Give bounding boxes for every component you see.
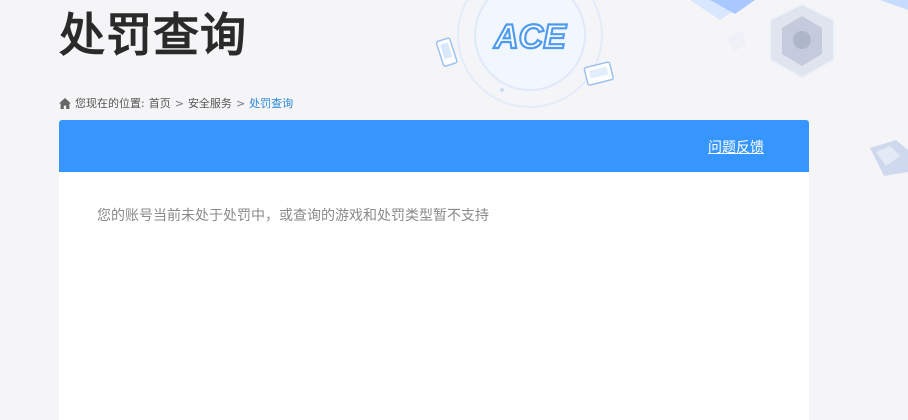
- breadcrumb-current: 处罚查询: [249, 97, 294, 110]
- feedback-link[interactable]: 问题反馈: [708, 137, 764, 157]
- breadcrumb-separator: >: [235, 96, 246, 110]
- breadcrumb-prefix: 您现在的位置:: [75, 97, 145, 110]
- panel-header: 问题反馈: [59, 120, 809, 172]
- breadcrumb-separator: >: [174, 96, 184, 110]
- breadcrumb: 您现在的位置: 首页 > 安全服务 > 处罚查询: [59, 95, 293, 111]
- ace-logo-decoration: ACE: [435, 0, 614, 113]
- breadcrumb-home-link[interactable]: 首页: [149, 95, 171, 111]
- no-penalty-message: 您的账号当前未处于处罚中，或查询的游戏和处罚类型暂不支持: [97, 208, 489, 224]
- ace-logo-text: ACE: [493, 18, 567, 56]
- home-icon: [59, 97, 71, 109]
- page-title: 处罚查询: [59, 8, 247, 62]
- breadcrumb-security-service-link[interactable]: 安全服务: [188, 95, 232, 111]
- penalty-query-panel: 问题反馈 您的账号当前未处于处罚中，或查询的游戏和处罚类型暂不支持: [59, 120, 809, 420]
